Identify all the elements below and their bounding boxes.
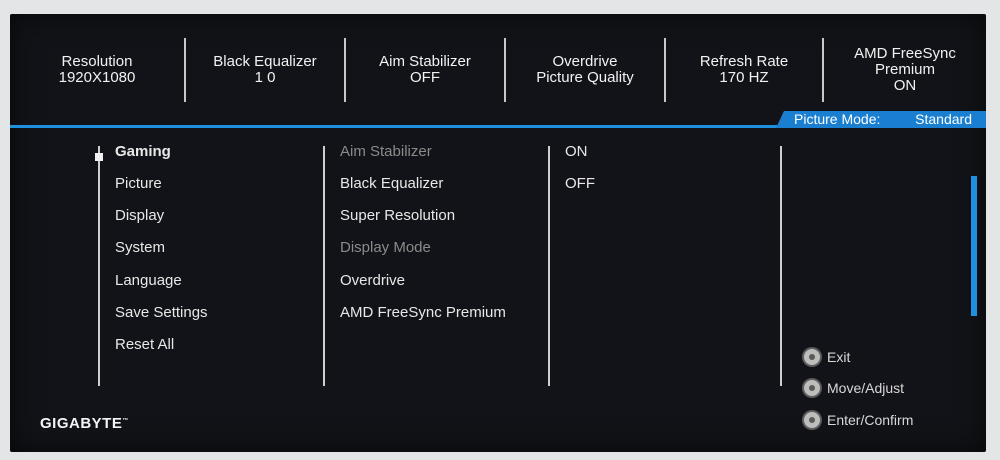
- status-refresh-rate: Refresh Rate 170 HZ: [666, 38, 824, 102]
- scrollbar[interactable]: [971, 176, 977, 316]
- status-label: AMD FreeSync: [854, 45, 956, 62]
- menu-item-gaming[interactable]: Gaming: [115, 142, 171, 162]
- trademark-mark: ™: [122, 418, 129, 424]
- submenu-display-mode: Display Mode: [340, 239, 431, 256]
- status-label-2: Premium: [874, 61, 935, 78]
- hint-label: Exit: [827, 349, 851, 365]
- status-black-equalizer: Black Equalizer 1 0: [186, 38, 346, 102]
- option-off[interactable]: OFF: [565, 174, 595, 194]
- logo-text: GIGABYTE: [40, 415, 123, 432]
- picture-mode-value: Standard: [915, 111, 972, 127]
- osd-window: Resolution 1920X1080 Black Equalizer 1 0…: [10, 14, 986, 452]
- status-freesync: AMD FreeSync Premium ON: [824, 38, 986, 102]
- status-label: Resolution: [61, 53, 133, 70]
- status-value: ON: [893, 77, 917, 94]
- submenu-aim-stabilizer: Aim Stabilizer: [340, 143, 432, 160]
- submenu-overdrive[interactable]: Overdrive: [340, 271, 405, 291]
- hint-enter-confirm: Enter/Confirm: [804, 410, 913, 430]
- menu-item-display[interactable]: Display: [115, 206, 164, 226]
- status-value: 170 HZ: [719, 69, 769, 86]
- hint-move-adjust: Move/Adjust: [804, 378, 904, 398]
- status-label: Black Equalizer: [213, 53, 317, 70]
- selected-bullet-icon: [95, 153, 103, 161]
- column-divider: [548, 146, 550, 386]
- hint-label: Move/Adjust: [827, 380, 905, 396]
- menu-item-reset-all[interactable]: Reset All: [115, 335, 174, 355]
- status-label: Overdrive: [552, 53, 618, 70]
- status-value: OFF: [410, 69, 440, 86]
- joystick-icon: [804, 412, 820, 428]
- submenu-black-equalizer[interactable]: Black Equalizer: [340, 174, 443, 194]
- column-divider: [780, 146, 782, 386]
- status-label: Refresh Rate: [699, 53, 789, 70]
- hint-exit: Exit: [804, 347, 850, 367]
- status-value: 1 0: [254, 69, 276, 86]
- status-resolution: Resolution 1920X1080: [10, 38, 186, 102]
- status-value: Picture Quality: [536, 69, 634, 86]
- menu-item-system[interactable]: System: [115, 238, 165, 258]
- submenu-super-resolution[interactable]: Super Resolution: [340, 206, 455, 226]
- menu-item-save-settings[interactable]: Save Settings: [115, 303, 208, 323]
- column-divider: [98, 146, 100, 386]
- picture-mode-label: Picture Mode:: [794, 111, 881, 127]
- hint-label: Enter/Confirm: [827, 412, 914, 428]
- menu-item-language[interactable]: Language: [115, 271, 182, 291]
- status-value: 1920X1080: [58, 69, 136, 86]
- option-on[interactable]: ON: [565, 142, 588, 162]
- gigabyte-logo: GIGABYTE™: [40, 415, 129, 432]
- joystick-icon: [804, 349, 820, 365]
- status-bar: Resolution 1920X1080 Black Equalizer 1 0…: [10, 14, 986, 126]
- joystick-icon: [804, 380, 820, 396]
- status-overdrive: Overdrive Picture Quality: [506, 38, 666, 102]
- submenu-amd-freesync-premium[interactable]: AMD FreeSync Premium: [340, 303, 506, 323]
- status-aim-stabilizer: Aim Stabilizer OFF: [346, 38, 506, 102]
- status-label: Aim Stabilizer: [379, 53, 471, 70]
- picture-mode-tab: Picture Mode: Standard: [776, 111, 986, 128]
- column-divider: [323, 146, 325, 386]
- menu-item-picture[interactable]: Picture: [115, 174, 162, 194]
